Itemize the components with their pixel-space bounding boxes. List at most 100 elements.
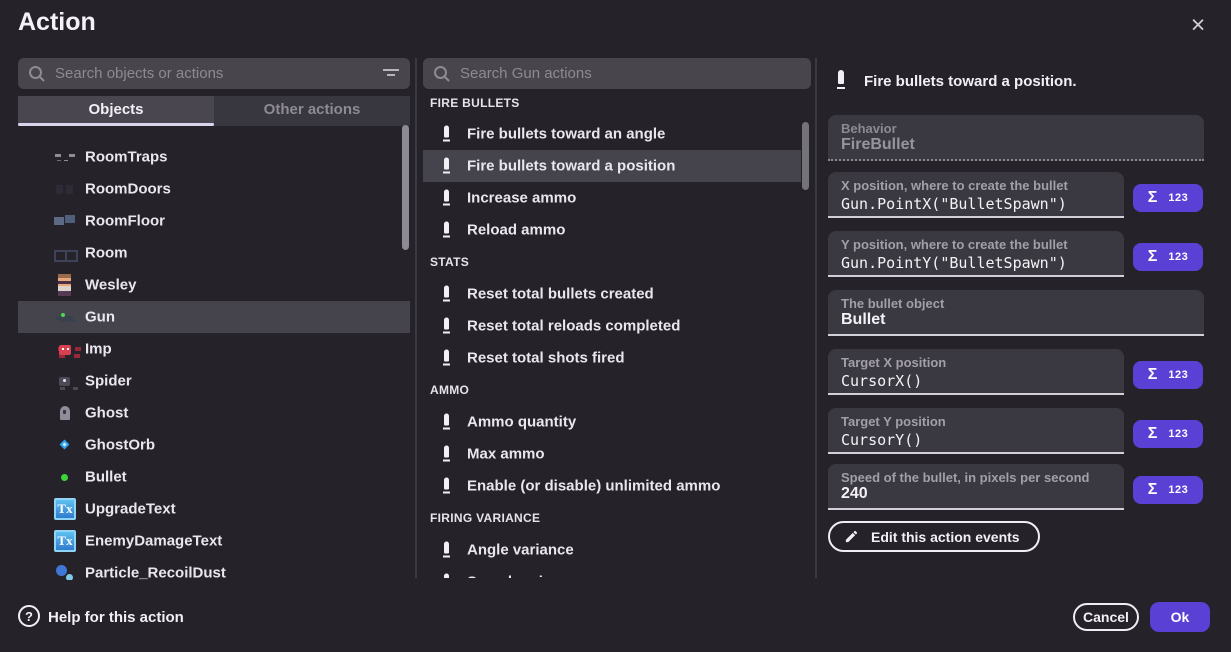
- object-row-wesley[interactable]: Wesley: [18, 269, 410, 301]
- param-field-y-position[interactable]: Y position, where to create the bullet G…: [828, 231, 1124, 277]
- action-description: Fire bullets toward a position.: [864, 73, 1077, 90]
- object-row-roomdoors[interactable]: RoomDoors: [18, 173, 410, 205]
- action-row-reset-reloads-completed[interactable]: Reset total reloads completed: [423, 310, 801, 342]
- action-row-fire-position[interactable]: Fire bullets toward a position: [423, 150, 801, 182]
- bullet-icon: [443, 542, 450, 559]
- action-row-reload-ammo[interactable]: Reload ammo: [423, 214, 801, 246]
- field-value: CursorY(): [841, 431, 922, 449]
- active-tab-underline: [18, 123, 214, 126]
- particle-icon: [54, 562, 76, 580]
- spider-sprite-icon: [54, 370, 76, 392]
- object-row-room[interactable]: Room: [18, 237, 410, 269]
- field-value: Gun.PointX("BulletSpawn"): [841, 195, 1067, 213]
- object-row-roomtraps[interactable]: RoomTraps: [18, 141, 410, 173]
- object-label: RoomDoors: [85, 181, 171, 198]
- action-row-reset-shots-fired[interactable]: Reset total shots fired: [423, 342, 801, 374]
- object-label: RoomTraps: [85, 149, 168, 166]
- action-label: Max ammo: [467, 446, 545, 463]
- tab-objects[interactable]: Objects: [18, 96, 214, 126]
- object-label: GhostOrb: [85, 437, 155, 454]
- param-field-target-x[interactable]: Target X position CursorX(): [828, 349, 1124, 395]
- object-row-ghost[interactable]: Ghost: [18, 397, 410, 429]
- bullet-icon: [837, 70, 845, 90]
- object-label: Bullet: [85, 469, 127, 486]
- object-row-ghostorb[interactable]: GhostOrb: [18, 429, 410, 461]
- object-row-upgradetext[interactable]: UpgradeText: [18, 493, 410, 525]
- bullet-icon: [443, 574, 450, 579]
- object-list: RoomTraps RoomDoors RoomFloor Room Wesle…: [18, 130, 410, 580]
- action-row-unlimited-ammo[interactable]: Enable (or disable) unlimited ammo: [423, 470, 801, 502]
- group-header-stats: STATS: [430, 255, 469, 269]
- action-row-angle-variance[interactable]: Angle variance: [423, 534, 801, 566]
- bullet-icon: [443, 478, 450, 495]
- bullet-icon: [443, 222, 450, 239]
- action-row-speed-variance[interactable]: Speed variance: [423, 566, 801, 578]
- filter-icon[interactable]: [382, 67, 400, 81]
- room-icon: [54, 242, 76, 264]
- action-label: Reset total shots fired: [467, 350, 625, 367]
- object-row-gun[interactable]: Gun: [18, 301, 410, 333]
- bullet-icon: [443, 414, 450, 431]
- ok-button[interactable]: Ok: [1150, 602, 1210, 632]
- help-link[interactable]: Help for this action: [48, 609, 184, 626]
- text-object-icon: [54, 530, 76, 552]
- objects-search-input[interactable]: [55, 65, 382, 82]
- field-value: Bullet: [841, 311, 885, 329]
- sigma-icon: Σ: [1148, 366, 1158, 384]
- action-row-increase-ammo[interactable]: Increase ammo: [423, 182, 801, 214]
- bullet-icon: [443, 190, 450, 207]
- action-row-reset-bullets-created[interactable]: Reset total bullets created: [423, 278, 801, 310]
- object-row-particle-recoildust[interactable]: Particle_RecoilDust: [18, 557, 410, 580]
- object-label: Imp: [85, 341, 112, 358]
- help-icon[interactable]: ?: [18, 605, 40, 627]
- object-row-enemydamagetext[interactable]: EnemyDamageText: [18, 525, 410, 557]
- group-header-fire-bullets: FIRE BULLETS: [430, 96, 520, 110]
- edit-action-events-button[interactable]: Edit this action events: [828, 521, 1040, 552]
- sigma-icon: Σ: [1148, 425, 1158, 443]
- divider-left-middle: [415, 58, 417, 578]
- object-label: Gun: [85, 309, 115, 326]
- close-icon[interactable]: ×: [1184, 10, 1212, 40]
- object-row-spider[interactable]: Spider: [18, 365, 410, 397]
- expression-editor-button[interactable]: Σ 123: [1133, 476, 1203, 504]
- field-label: Behavior: [841, 121, 897, 136]
- param-field-bullet-object[interactable]: The bullet object Bullet: [828, 290, 1204, 336]
- objects-search: [18, 58, 410, 89]
- action-list: FIRE BULLETS Fire bullets toward an angl…: [423, 92, 811, 578]
- field-label: Y position, where to create the bullet: [841, 237, 1068, 252]
- left-scrollbar-thumb[interactable]: [402, 125, 409, 250]
- action-row-max-ammo[interactable]: Max ammo: [423, 438, 801, 470]
- roomdoors-icon: [54, 178, 76, 200]
- sigma-icon: Σ: [1148, 481, 1158, 499]
- action-row-ammo-quantity[interactable]: Ammo quantity: [423, 406, 801, 438]
- param-field-x-position[interactable]: X position, where to create the bullet G…: [828, 172, 1124, 218]
- cancel-button[interactable]: Cancel: [1073, 603, 1139, 631]
- object-row-roomfloor[interactable]: RoomFloor: [18, 205, 410, 237]
- sigma-icon: Σ: [1148, 248, 1158, 266]
- object-label: UpgradeText: [85, 501, 176, 518]
- bullet-icon: [443, 350, 450, 367]
- expression-editor-button[interactable]: Σ 123: [1133, 243, 1203, 271]
- action-label: Reset total bullets created: [467, 286, 654, 303]
- field-label: Target X position: [841, 355, 946, 370]
- roomtraps-icon: [54, 146, 76, 168]
- action-label: Fire bullets toward a position: [467, 158, 675, 175]
- numbers-123-icon: 123: [1168, 484, 1188, 496]
- action-label: Fire bullets toward an angle: [467, 126, 665, 143]
- field-label: The bullet object: [841, 296, 944, 311]
- actions-search-input[interactable]: [460, 65, 801, 82]
- object-row-imp[interactable]: Imp: [18, 333, 410, 365]
- expression-editor-button[interactable]: Σ 123: [1133, 184, 1203, 212]
- expression-editor-button[interactable]: Σ 123: [1133, 361, 1203, 389]
- tab-other-actions[interactable]: Other actions: [214, 96, 410, 126]
- bullet-dot-icon: [54, 466, 76, 488]
- wesley-sprite-icon: [54, 274, 76, 296]
- param-field-speed[interactable]: Speed of the bullet, in pixels per secon…: [828, 464, 1124, 510]
- object-row-bullet[interactable]: Bullet: [18, 461, 410, 493]
- expression-editor-button[interactable]: Σ 123: [1133, 420, 1203, 448]
- action-row-fire-angle[interactable]: Fire bullets toward an angle: [423, 118, 801, 150]
- actions-search: [423, 58, 811, 89]
- middle-scrollbar-thumb[interactable]: [802, 122, 809, 190]
- param-field-target-y[interactable]: Target Y position CursorY(): [828, 408, 1124, 454]
- ghost-sprite-icon: [54, 402, 76, 424]
